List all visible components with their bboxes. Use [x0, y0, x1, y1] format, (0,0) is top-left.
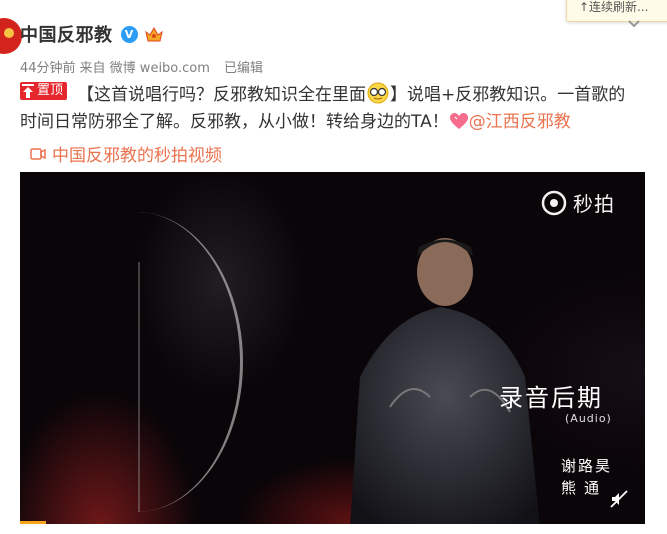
pin-icon	[22, 84, 34, 98]
credit-line-1: 谢路昊	[561, 457, 613, 475]
avatar[interactable]	[0, 18, 22, 54]
chevron-down-icon[interactable]	[626, 16, 642, 30]
caption-title: 录音后期	[499, 384, 603, 412]
video-camera-icon	[30, 147, 46, 160]
post-text-part1: 【这首说唱行吗？反邪教知识全在里面	[77, 85, 367, 105]
miaopai-watermark: 秒拍	[541, 188, 615, 217]
caption-subtitle: (Audio)	[565, 412, 612, 425]
heart-emoji-icon	[449, 113, 468, 129]
video-progress-bar[interactable]	[20, 521, 46, 524]
emoji-sunglasses-icon	[367, 82, 389, 104]
mute-icon[interactable]	[610, 490, 628, 508]
miaopai-logo-icon	[541, 190, 567, 215]
pin-label: 置顶	[37, 83, 64, 98]
video-link-label[interactable]: 中国反邪教的秒拍视频	[52, 141, 222, 166]
video-mic-stand	[138, 262, 140, 512]
verified-icon[interactable]: V	[120, 25, 138, 43]
author-row: 中国反邪教 V	[20, 22, 164, 46]
author-name[interactable]: 中国反邪教	[20, 21, 113, 47]
video-link[interactable]: 中国反邪教的秒拍视频	[30, 141, 222, 166]
post-meta: 44分钟前 来自 微博 weibo.com 已编辑	[20, 57, 263, 76]
post-source[interactable]: 来自 微博 weibo.com	[80, 57, 210, 76]
video-player[interactable]: 秒拍 录音后期 (Audio) 谢路昊 熊通	[20, 172, 645, 524]
credit-line-2: 熊通	[561, 479, 608, 497]
member-crown-icon[interactable]	[144, 25, 164, 43]
notification-popup[interactable]: ↑连续刷新...	[566, 0, 667, 22]
video-person	[350, 238, 540, 524]
post-time[interactable]: 44分钟前	[20, 57, 76, 76]
watermark-text: 秒拍	[573, 192, 615, 216]
edited-label[interactable]: 已编辑	[224, 57, 263, 76]
notification-text: ↑连续刷新...	[579, 0, 649, 14]
mention-link[interactable]: @江西反邪教	[469, 112, 571, 132]
video-mic-shield	[30, 212, 243, 512]
post-text: 置顶 【这首说唱行吗？反邪教知识全在里面 】说唱+反邪教知识。一首歌的时间日常防邪全…	[20, 82, 640, 136]
pin-badge: 置顶	[20, 82, 68, 100]
